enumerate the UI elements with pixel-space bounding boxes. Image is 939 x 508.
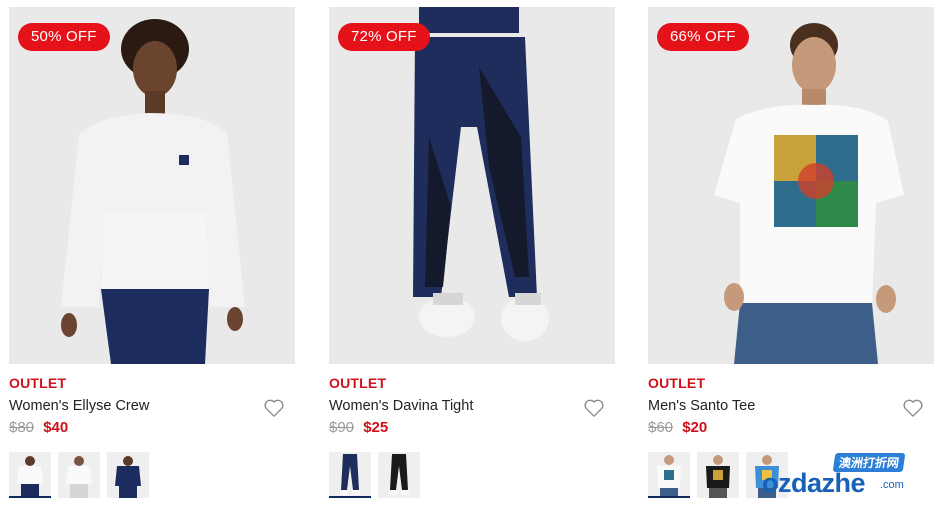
navy-tight-swatch[interactable] [329, 452, 371, 498]
navy-leggings-photo [329, 7, 615, 364]
outlet-label: OUTLET [9, 375, 67, 391]
product-grid: 50% OFF OUTLET Women's Ellyse Crew $80 $… [0, 0, 939, 508]
original-price: $90 [329, 419, 355, 436]
watermark-en-text: ozdazhe [762, 468, 866, 498]
discount-badge: 72% OFF [338, 23, 430, 51]
original-price: $80 [9, 419, 35, 436]
outlet-label: OUTLET [648, 375, 706, 391]
price-row: $90 $25 [329, 419, 388, 436]
product-image[interactable]: 72% OFF [329, 7, 615, 364]
product-card-ellyse-crew[interactable]: 50% OFF OUTLET Women's Ellyse Crew $80 $… [9, 0, 295, 508]
white-crew-swatch[interactable] [58, 452, 100, 498]
discount-badge: 50% OFF [18, 23, 110, 51]
woman-white-sweatshirt-photo [9, 7, 295, 364]
sale-price: $25 [363, 419, 389, 436]
black-tee-swatch[interactable] [697, 452, 739, 498]
product-name[interactable]: Women's Davina Tight [329, 398, 473, 414]
outlet-label: OUTLET [329, 375, 387, 391]
product-card-davina-tight[interactable]: 72% OFF OUTLET Women's Davina Tight $90 … [329, 0, 615, 508]
price-row: $60 $20 [648, 419, 707, 436]
site-watermark: 澳洲打折网 ozdazhe .com [752, 452, 939, 508]
product-name[interactable]: Women's Ellyse Crew [9, 398, 149, 414]
man-graphic-tee-photo [648, 7, 934, 364]
original-price: $60 [648, 419, 674, 436]
black-tight-swatch[interactable] [378, 452, 420, 498]
product-image[interactable]: 66% OFF [648, 7, 934, 364]
product-image[interactable]: 50% OFF [9, 7, 295, 364]
sale-price: $40 [43, 419, 69, 436]
white-tee-swatch[interactable] [648, 452, 690, 498]
heart-icon[interactable] [263, 398, 285, 418]
heart-icon[interactable] [583, 398, 605, 418]
white-crew-swatch[interactable] [9, 452, 51, 498]
discount-badge: 66% OFF [657, 23, 749, 51]
product-name[interactable]: Men's Santo Tee [648, 398, 755, 414]
navy-crew-swatch[interactable] [107, 452, 149, 498]
price-row: $80 $40 [9, 419, 68, 436]
product-card-santo-tee[interactable]: 66% OFF OUTLET Men's Santo Tee $60 $20 [648, 0, 934, 508]
heart-icon[interactable] [902, 398, 924, 418]
watermark-suffix: .com [880, 479, 904, 491]
sale-price: $20 [682, 419, 708, 436]
